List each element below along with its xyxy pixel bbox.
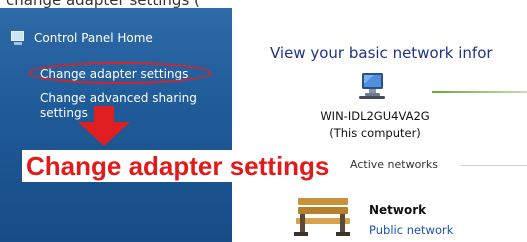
network-bench-icon: [294, 198, 350, 236]
computer-name: WIN-IDL2GU4VA2G: [320, 109, 430, 123]
sidebar-home-label[interactable]: Control Panel Home: [34, 31, 153, 45]
header-fragment-text: change adapter settings (: [6, 0, 200, 8]
control-panel-home-icon: [10, 30, 26, 46]
network-type-link[interactable]: Public network: [369, 223, 453, 237]
computer-subtitle: (This computer): [329, 126, 421, 140]
computer-icon: [359, 73, 385, 99]
network-connector-line: [432, 91, 527, 93]
active-networks-label: Active networks: [350, 158, 438, 171]
highlight-oval: [28, 62, 212, 84]
sidebar-home-link[interactable]: Control Panel Home: [10, 30, 153, 46]
networks-divider: [460, 165, 527, 166]
page-title: View your basic network infor: [270, 44, 493, 62]
top-header-fragment: change adapter settings (: [0, 0, 527, 8]
network-name[interactable]: Network: [369, 203, 426, 217]
down-arrow-icon: [78, 106, 130, 146]
annotation-caption: Change adapter settings: [22, 150, 334, 182]
